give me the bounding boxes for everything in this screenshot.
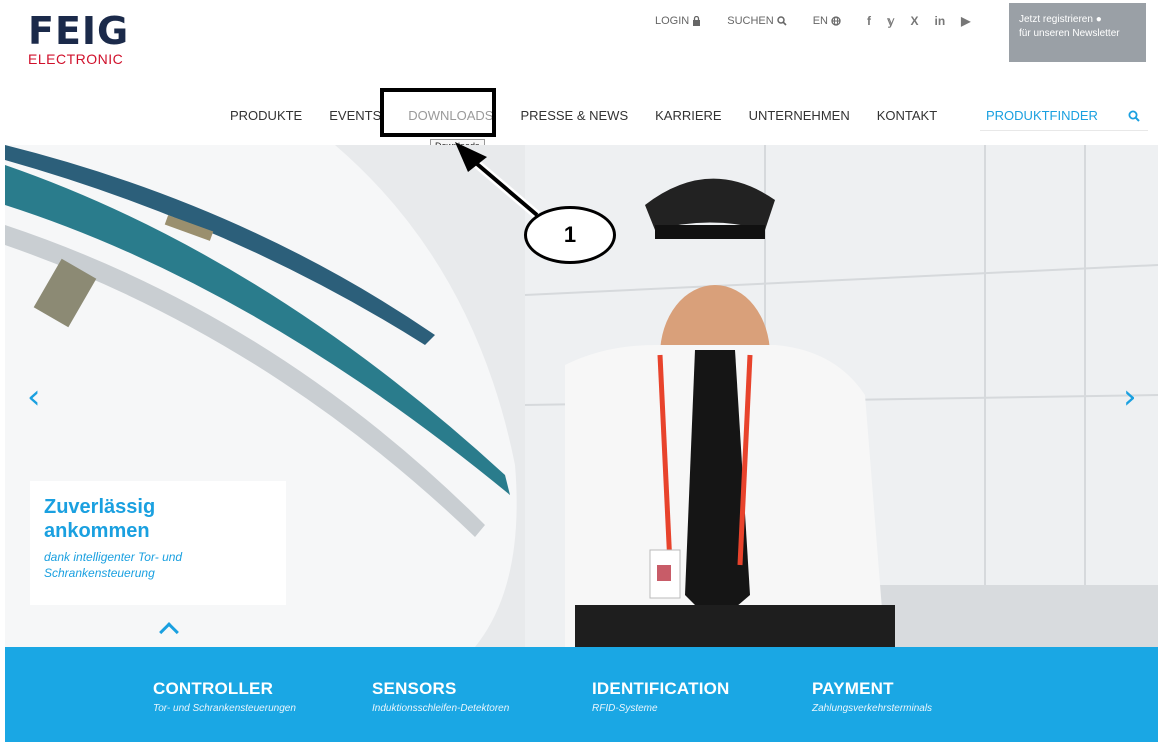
newsletter-line2: für unseren Newsletter bbox=[1019, 28, 1120, 39]
hero-caption: Zuverlässig ankommen dank intelligenter … bbox=[30, 481, 286, 605]
login-link[interactable]: LOGIN bbox=[655, 15, 701, 27]
main-navigation: PRODUKTE EVENTS DOWNLOADS PRESSE & NEWS … bbox=[230, 108, 964, 123]
slider-prev-arrow[interactable]: ‹ bbox=[27, 377, 41, 417]
productfinder-search bbox=[980, 101, 1148, 131]
search-icon bbox=[776, 16, 787, 26]
feig-logo[interactable]: FEIG ELECTRONIC bbox=[28, 12, 129, 66]
search-label: SUCHEN bbox=[727, 15, 774, 27]
linkedin-icon[interactable]: in bbox=[934, 14, 945, 28]
search-icon[interactable] bbox=[1128, 110, 1140, 122]
xing-icon[interactable]: X bbox=[910, 14, 918, 28]
hero-subtitle: dank intelligenter Tor- und Schrankenste… bbox=[44, 550, 183, 580]
newsletter-line1: Jetzt registrieren bbox=[1019, 14, 1093, 25]
globe-icon bbox=[831, 16, 841, 26]
newsletter-signup-button[interactable]: Jetzt registrieren ● für unseren Newslet… bbox=[1009, 3, 1146, 62]
category-subtitle: Induktionsschleifen-Detektoren bbox=[372, 703, 510, 714]
logo-wordmark: FEIG bbox=[28, 9, 130, 53]
category-title: SENSORS bbox=[372, 679, 457, 698]
category-bar: CONTROLLER Tor- und Schrankensteuerungen… bbox=[5, 647, 1158, 742]
login-label: LOGIN bbox=[655, 15, 690, 27]
lock-icon bbox=[693, 16, 701, 26]
nav-events[interactable]: EVENTS bbox=[329, 108, 381, 123]
social-links: f 𝕪 X in ▶ bbox=[867, 14, 970, 28]
callout-badge: 1 bbox=[524, 206, 616, 264]
category-subtitle: RFID-Systeme bbox=[592, 703, 658, 714]
facebook-icon[interactable]: f bbox=[867, 14, 871, 28]
nav-unternehmen[interactable]: UNTERNEHMEN bbox=[749, 108, 850, 123]
slider-next-arrow[interactable]: › bbox=[1123, 377, 1137, 417]
productfinder-input[interactable] bbox=[986, 108, 1116, 123]
youtube-icon[interactable]: ▶ bbox=[961, 14, 970, 28]
language-switch[interactable]: EN bbox=[813, 15, 841, 27]
category-subtitle: Tor- und Schrankensteuerungen bbox=[153, 703, 296, 714]
category-payment[interactable]: PAYMENT Zahlungsverkehrsterminals bbox=[812, 679, 932, 714]
logo-subtitle: ELECTRONIC bbox=[28, 51, 124, 67]
hero-title-line2: ankommen bbox=[44, 520, 150, 542]
nav-produkte[interactable]: PRODUKTE bbox=[230, 108, 302, 123]
twitter-icon[interactable]: 𝕪 bbox=[887, 14, 895, 28]
language-label: EN bbox=[812, 15, 828, 27]
utility-bar: LOGIN SUCHEN EN f 𝕪 X in ▶ bbox=[655, 14, 970, 28]
nav-karriere[interactable]: KARRIERE bbox=[655, 108, 721, 123]
category-subtitle: Zahlungsverkehrsterminals bbox=[812, 703, 933, 714]
category-title: CONTROLLER bbox=[153, 679, 274, 698]
search-link[interactable]: SUCHEN bbox=[727, 15, 787, 27]
nav-presse-news[interactable]: PRESSE & NEWS bbox=[520, 108, 628, 123]
nav-kontakt[interactable]: KONTAKT bbox=[877, 108, 937, 123]
check-circle-icon: ● bbox=[1095, 14, 1102, 25]
category-title: PAYMENT bbox=[812, 679, 894, 698]
category-controller[interactable]: CONTROLLER Tor- und Schrankensteuerungen bbox=[153, 679, 296, 714]
category-title: IDENTIFICATION bbox=[592, 679, 730, 698]
category-sensors[interactable]: SENSORS Induktionsschleifen-Detektoren bbox=[372, 679, 509, 714]
hero-title-line1: Zuverlässig bbox=[44, 496, 156, 518]
category-identification[interactable]: IDENTIFICATION RFID-Systeme bbox=[592, 679, 730, 714]
downloads-highlight-box bbox=[380, 88, 496, 137]
